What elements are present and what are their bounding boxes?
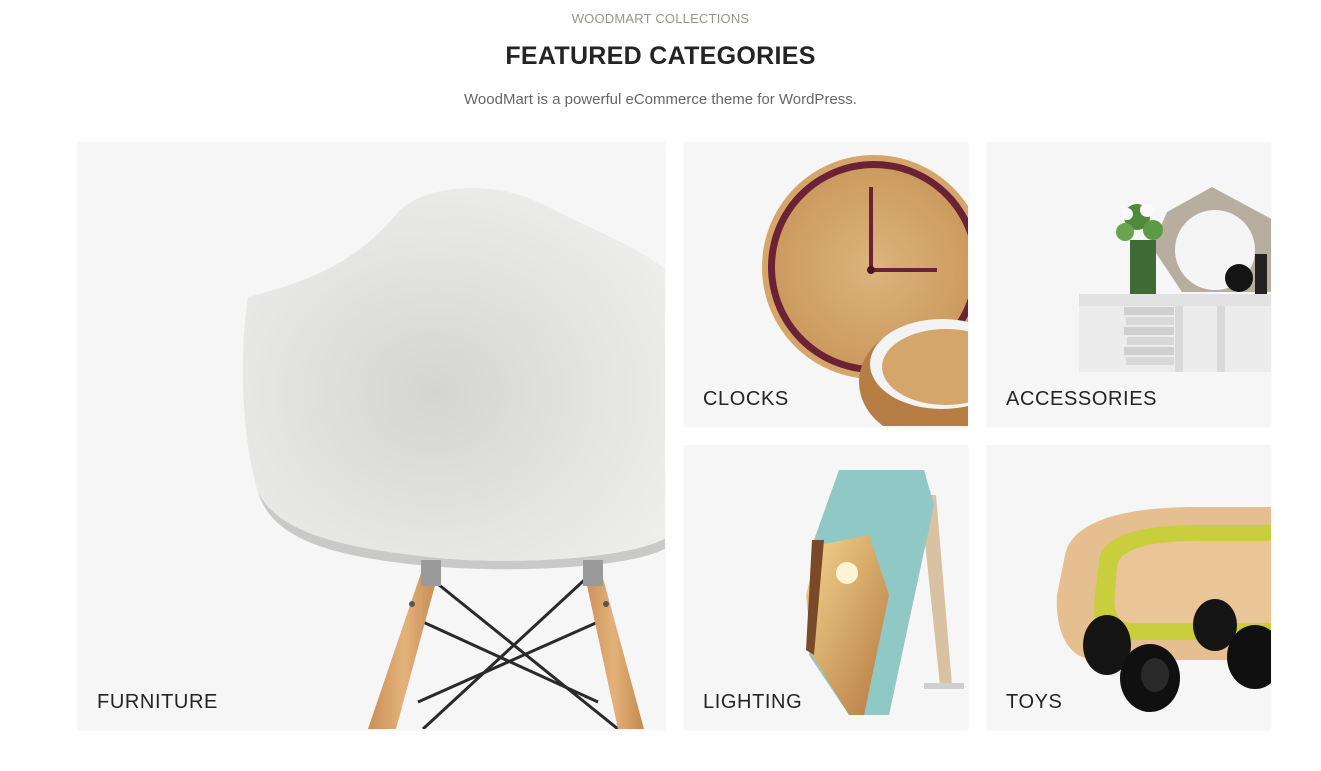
category-card-toys[interactable]: TOYS	[987, 445, 1271, 729]
category-label: ACCESSORIES	[1006, 388, 1158, 410]
section-subtitle: WOODMART COLLECTIONS	[571, 11, 750, 26]
section-title: FEATURED CATEGORIES	[505, 42, 816, 70]
category-label: TOYS	[1006, 691, 1063, 713]
clock-image	[762, 155, 968, 426]
section-description: WoodMart is a powerful eCommerce theme f…	[464, 91, 857, 108]
category-label: FURNITURE	[97, 691, 218, 713]
category-card-lighting[interactable]: LIGHTING	[684, 445, 968, 729]
category-card-clocks[interactable]: CLOCKS	[684, 142, 968, 426]
category-card-furniture[interactable]: FURNITURE	[78, 142, 665, 729]
chair-image	[242, 188, 665, 729]
toy-car-image	[1056, 507, 1271, 712]
lamp-image	[806, 470, 964, 715]
category-label: CLOCKS	[703, 388, 789, 410]
category-card-accessories[interactable]: ACCESSORIES	[987, 142, 1271, 426]
shelf-decor-image	[1079, 187, 1271, 372]
category-label: LIGHTING	[703, 691, 803, 713]
